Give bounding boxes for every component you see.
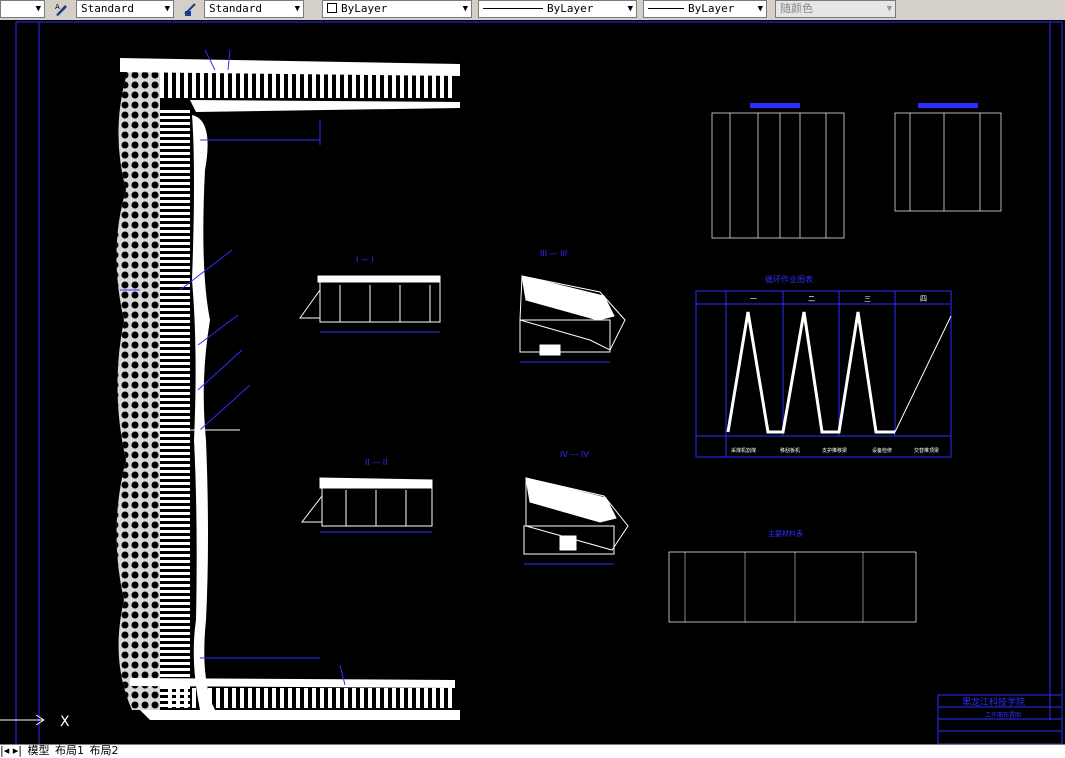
equipment-table-2 xyxy=(894,103,1002,212)
color-swatch-icon xyxy=(327,3,337,13)
materials-title: 主要材料表 xyxy=(768,529,803,538)
cross-section-3 xyxy=(519,275,626,363)
cross-section-2 xyxy=(300,477,433,533)
materials-table: 主要材料表 xyxy=(668,529,917,623)
section-4-label: IV — IV xyxy=(560,450,589,459)
layout-tabs: |◂ ▸| 模型 布局1 布局2 xyxy=(0,744,1065,758)
lineweight-sample-icon xyxy=(648,8,684,9)
hydraulic-supports xyxy=(160,110,190,710)
tab-nav-icon[interactable]: |◂ ▸| xyxy=(0,744,22,757)
dim-style-icon[interactable] xyxy=(182,1,200,18)
color-combo[interactable]: ByLayer ▼ xyxy=(322,0,472,18)
plot-style-combo[interactable]: 随颜色 ▼ xyxy=(775,0,896,18)
svg-text:A: A xyxy=(55,3,60,11)
properties-toolbar: ▼ A Standard ▼ Standard ▼ ByLayer ▼ ByLayer… xyxy=(0,0,1065,21)
section-3-label: III — III xyxy=(540,249,567,258)
text-style-value: Standard xyxy=(81,2,134,15)
linetype-combo[interactable]: ByLayer ▼ xyxy=(478,0,637,18)
equipment-table-1 xyxy=(711,103,845,239)
coal-wall xyxy=(192,115,215,710)
cycle-col-1: 一 xyxy=(750,295,757,303)
lineweight-combo[interactable]: ByLayer ▼ xyxy=(643,0,767,18)
cycle-legend-3: 支护推移梁 xyxy=(822,447,847,454)
goaf-area xyxy=(116,70,160,710)
cycle-chart: 循环作业图表 一 二 三 四 采煤机割煤 移刮板机 支护推移梁 设备检修 交替推… xyxy=(695,274,952,458)
cad-drawing: I — I II — II III — III IV — IV 循环作业图表 一… xyxy=(0,21,1063,744)
cross-section-4 xyxy=(523,477,629,565)
cycle-chart-title: 循环作业图表 xyxy=(765,274,813,284)
cycle-legend-1: 采煤机割煤 xyxy=(731,447,756,454)
tab-layout2[interactable]: 布局2 xyxy=(89,744,118,757)
ucs-icon: X xyxy=(0,714,70,730)
plot-style-value: 随颜色 xyxy=(780,2,813,15)
drawing-canvas[interactable]: I — I II — II III — III IV — IV 循环作业图表 一… xyxy=(0,20,1065,744)
lineweight-value: ByLayer xyxy=(688,2,735,15)
cycle-col-4: 四 xyxy=(920,295,927,303)
linetype-sample-icon xyxy=(483,8,543,9)
cycle-col-3: 三 xyxy=(864,295,871,303)
dim-style-combo[interactable]: Standard ▼ xyxy=(204,0,304,18)
dim-style-value: Standard xyxy=(209,2,262,15)
cycle-legend-2: 移刮板机 xyxy=(780,447,800,454)
color-value: ByLayer xyxy=(341,2,388,15)
title-block: 黑龙江科技学院 工作面布置图 xyxy=(937,694,1063,744)
cross-section-1 xyxy=(299,275,441,333)
cycle-col-2: 二 xyxy=(808,295,815,303)
tab-model[interactable]: 模型 xyxy=(27,744,49,757)
ucs-x-label: X xyxy=(60,714,70,730)
cycle-legend-5: 交替推顶梁 xyxy=(914,447,939,454)
title-block-drawing-name: 工作面布置图 xyxy=(985,711,1021,719)
tab-layout1[interactable]: 布局1 xyxy=(55,744,84,757)
text-style-icon[interactable]: A xyxy=(53,1,71,18)
layer-combo[interactable]: ▼ xyxy=(0,0,45,18)
title-block-school: 黑龙江科技学院 xyxy=(962,696,1025,708)
linetype-value: ByLayer xyxy=(547,2,594,15)
cycle-legend-4: 设备检修 xyxy=(872,447,892,454)
section-2-label: II — II xyxy=(365,458,388,467)
section-1-label: I — I xyxy=(356,255,374,264)
text-style-combo[interactable]: Standard ▼ xyxy=(76,0,174,18)
